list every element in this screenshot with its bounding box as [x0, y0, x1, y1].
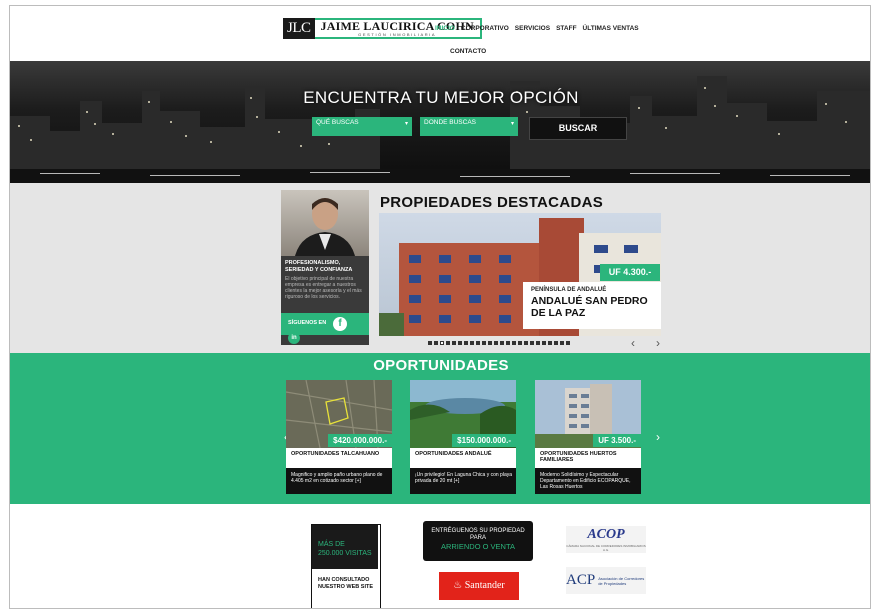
- acp-sub: Asociación de Corredores de Propiedades: [598, 575, 645, 586]
- nav-inicio[interactable]: INICIO: [435, 25, 455, 32]
- carousel-dot-active[interactable]: [440, 341, 444, 345]
- carousel-dot[interactable]: [446, 341, 450, 345]
- where-select-label: DONDE BUSCAS: [424, 119, 477, 126]
- carousel-dots: [428, 341, 570, 345]
- featured-title: PROPIEDADES DESTACADAS: [380, 194, 604, 211]
- opportunities-next-icon[interactable]: ›: [656, 430, 660, 444]
- featured-caption[interactable]: PENÍNSULA DE ANDALUÉ ANDALUÉ SAN PEDRO D…: [523, 282, 661, 329]
- carousel-dot[interactable]: [494, 341, 498, 345]
- linkedin-icon[interactable]: in: [288, 332, 300, 344]
- profile-heading: PROFESIONALISMO, SERIEDAD Y CONFIANZA: [285, 260, 353, 273]
- carousel-dot[interactable]: [512, 341, 516, 345]
- opportunity-price: UF 3.500.-: [593, 434, 641, 447]
- nav-ultimas-ventas[interactable]: ÚLTIMAS VENTAS: [583, 25, 639, 32]
- carousel-dot[interactable]: [548, 341, 552, 345]
- visits-count: MÁS DE 250.000 VISITAS: [312, 525, 378, 569]
- opportunity-price: $420.000.000.-: [328, 434, 392, 447]
- carousel-dot[interactable]: [470, 341, 474, 345]
- featured-name: ANDALUÉ SAN PEDRO DE LA PAZ: [531, 295, 648, 319]
- featured-price: UF 4.300.-: [600, 264, 660, 281]
- where-select[interactable]: DONDE BUSCAS ▾: [420, 117, 518, 136]
- cta-text: ENTRÉGUENOS SU PROPIEDAD PARA: [431, 528, 525, 541]
- carousel-dot[interactable]: [464, 341, 468, 345]
- opportunity-card[interactable]: UF 3.500.- OPORTUNIDADES HUERTOS FAMILIA…: [535, 380, 641, 494]
- acp-label: ACP: [566, 572, 596, 588]
- opportunity-card[interactable]: $150.000.000.- OPORTUNIDADES ANDALUÉ ¡Un…: [410, 380, 516, 494]
- page-frame: JLC JAIME LAUCIRICA COHN GESTIÓN INMOBIL…: [9, 5, 871, 609]
- opportunity-description: Magnifico y amplio paño urbano plano de …: [291, 472, 383, 484]
- opportunity-description: Moderno Solidísimo y Espectacular Depart…: [540, 472, 631, 490]
- carousel-dot[interactable]: [500, 341, 504, 345]
- nav-contacto[interactable]: CONTACTO: [450, 48, 486, 55]
- visits-counter: MÁS DE 250.000 VISITAS HAN CONSULTADO NU…: [311, 524, 381, 608]
- carousel-dot[interactable]: [530, 341, 534, 345]
- acop-sub: CÁMARA NACIONAL DE CORREDORES INMOBILIAR…: [566, 544, 646, 552]
- agent-photo: [281, 190, 369, 256]
- carousel-dot[interactable]: [536, 341, 540, 345]
- search-button[interactable]: BUSCAR: [529, 117, 627, 140]
- chevron-down-icon: ▾: [510, 121, 514, 127]
- carousel-dot[interactable]: [428, 341, 432, 345]
- carousel-dot[interactable]: [452, 341, 456, 345]
- opportunity-heading: OPORTUNIDADES TALCAHUANO: [286, 448, 392, 468]
- profile-text: El objetivo principal de nuestra empresa…: [285, 276, 362, 300]
- cta-highlight: ARRIENDO O VENTA: [440, 542, 516, 551]
- visits-caption: HAN CONSULTADO NUESTRO WEB SITE: [318, 577, 374, 590]
- santander-label: Santander: [464, 580, 505, 591]
- carousel-dot[interactable]: [518, 341, 522, 345]
- carousel-next-icon[interactable]: ›: [656, 336, 660, 350]
- nav-servicios[interactable]: SERVICIOS: [515, 25, 550, 32]
- carousel-dot[interactable]: [554, 341, 558, 345]
- carousel-dot[interactable]: [476, 341, 480, 345]
- carousel-dot[interactable]: [566, 341, 570, 345]
- carousel-dot[interactable]: [524, 341, 528, 345]
- opportunities-title: OPORTUNIDADES: [373, 357, 509, 374]
- carousel-dot[interactable]: [434, 341, 438, 345]
- main-nav: INICIO CORPORATIVO SERVICIOS STAFF ÚLTIM…: [435, 25, 639, 32]
- logo-tagline: GESTIÓN INMOBILIARIA: [358, 32, 437, 37]
- what-select[interactable]: QUÉ BUSCAS ▾: [312, 117, 412, 136]
- nav-corporativo[interactable]: CORPORATIVO: [461, 25, 509, 32]
- acop-label: ACOP: [587, 527, 625, 542]
- what-select-label: QUÉ BUSCAS: [316, 119, 359, 126]
- opportunity-price: $150.000.000.-: [452, 434, 516, 447]
- hero-title: ENCUENTRA TU MEJOR OPCIÓN: [303, 88, 579, 107]
- nav-staff[interactable]: STAFF: [556, 25, 576, 32]
- carousel-dot[interactable]: [560, 341, 564, 345]
- opportunity-heading: OPORTUNIDADES HUERTOS FAMILIARES: [535, 448, 641, 468]
- opportunity-card[interactable]: $420.000.000.- OPORTUNIDADES TALCAHUANO …: [286, 380, 392, 494]
- carousel-dot[interactable]: [542, 341, 546, 345]
- santander-logo[interactable]: ♨ Santander: [439, 572, 519, 600]
- acp-logo[interactable]: ACP Asociación de Corredores de Propieda…: [566, 567, 646, 594]
- carousel-dot[interactable]: [458, 341, 462, 345]
- acop-logo[interactable]: ACOP CÁMARA NACIONAL DE CORREDORES INMOB…: [566, 526, 646, 553]
- featured-location: PENÍNSULA DE ANDALUÉ: [531, 287, 607, 293]
- hero-banner: ENCUENTRA TU MEJOR OPCIÓN QUÉ BUSCAS ▾ D…: [10, 61, 870, 183]
- carousel-dot[interactable]: [506, 341, 510, 345]
- carousel-dot[interactable]: [488, 341, 492, 345]
- logo-monogram: JLC: [283, 18, 315, 39]
- flame-icon: ♨: [453, 580, 463, 591]
- chevron-down-icon: ▾: [404, 121, 408, 127]
- carousel-dot[interactable]: [482, 341, 486, 345]
- opportunity-heading: OPORTUNIDADES ANDALUÉ: [410, 448, 516, 468]
- listing-cta-button[interactable]: ENTRÉGUENOS SU PROPIEDAD PARA ARRIENDO O…: [423, 521, 533, 561]
- facebook-icon[interactable]: f: [333, 317, 347, 331]
- carousel-prev-icon[interactable]: ‹: [631, 336, 635, 350]
- follow-label: SÍGUENOS EN: [288, 320, 327, 326]
- opportunity-description: ¡Un privilegio! En Laguna Chica y con pl…: [415, 472, 512, 484]
